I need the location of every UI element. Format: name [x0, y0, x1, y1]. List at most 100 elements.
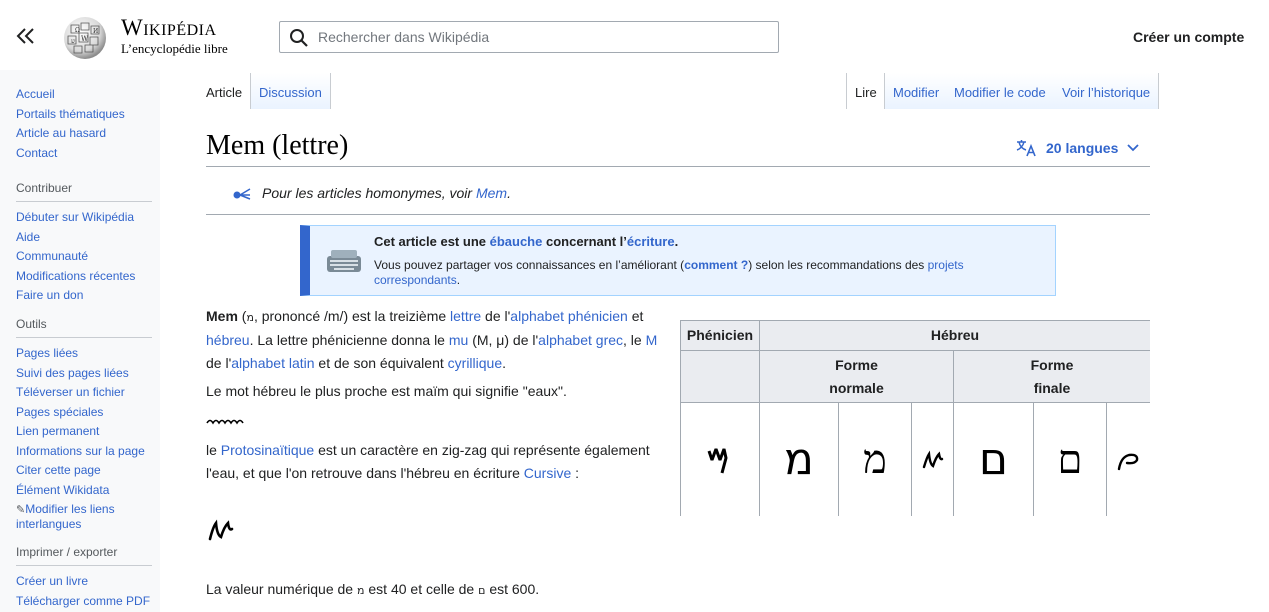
header-phenicien-empty [681, 351, 760, 403]
svg-text:W: W [81, 35, 89, 43]
p3-text-3: : [571, 465, 580, 481]
stub-ecriture-link[interactable]: écriture [627, 234, 675, 249]
header-forme-normale: Forme normale [760, 351, 954, 403]
sidebar: Accueil Portails thématiques Article au … [0, 70, 160, 612]
search-input[interactable] [316, 22, 766, 52]
link-m[interactable]: M [646, 332, 658, 348]
header-phenicien: Phénicien [681, 321, 760, 351]
search-box[interactable] [279, 21, 779, 53]
intro-paragraph: Mem (מ, prononcé /m/) est la treizième l… [206, 305, 666, 375]
tab-modifier-code[interactable]: Modifier le code [946, 73, 1055, 109]
sidebar-item-modifications-recentes[interactable]: Modifications récentes [16, 267, 152, 287]
p1-text-3: de l' [481, 308, 511, 324]
glyph-normal-block: מ [760, 403, 839, 516]
stub-comment-link[interactable]: comment ? [684, 258, 748, 272]
link-alphabet-latin[interactable]: alphabet latin [231, 355, 314, 371]
link-alphabet-phenicien[interactable]: alphabet phénicien [510, 308, 628, 324]
p1-text-4: et [627, 308, 644, 324]
sidebar-item-pages-speciales[interactable]: Pages spéciales [16, 403, 152, 423]
sidebar-item-citer[interactable]: Citer cette page [16, 461, 152, 481]
sidebar-item-suivi[interactable]: Suivi des pages liées [16, 364, 152, 384]
link-protosinaitique[interactable]: Protosinaïtique [221, 442, 314, 458]
sidebar-item-creer-livre[interactable]: Créer un livre [16, 572, 152, 592]
glyph-final-block: ם [954, 403, 1034, 516]
chevron-down-icon [1127, 144, 1140, 152]
p3-text-1: le [206, 442, 221, 458]
collapse-sidebar-button[interactable] [14, 24, 38, 48]
tab-lire[interactable]: Lire [846, 73, 885, 109]
search-icon [290, 29, 308, 47]
stub-body-prefix: Vous pouvez partager vos connaissances e… [374, 258, 685, 272]
sidebar-item-pages-liees[interactable]: Pages liées [16, 344, 152, 364]
create-account-link[interactable]: Créer un compte [1133, 29, 1244, 45]
p4-text-2: est 40 et celle de [364, 581, 479, 597]
sidebar-item-wikidata[interactable]: Élément Wikidata [16, 481, 152, 501]
sidebar-print-section: Imprimer / exporter Créer un livre Téléc… [16, 544, 152, 611]
hatnote-prefix: Pour les articles homonymes, voir [262, 185, 476, 201]
sidebar-main-section: Accueil Portails thématiques Article au … [16, 85, 152, 163]
stub-title-middle: concernant l’ [542, 234, 627, 249]
tab-historique[interactable]: Voir l’historique [1054, 73, 1160, 109]
sidebar-item-don[interactable]: Faire un don [16, 286, 152, 306]
disambiguation-icon [233, 188, 251, 200]
sidebar-heading-contribuer: Contribuer [16, 180, 152, 202]
wikipedia-wordmark[interactable]: Wikipédia L’encyclopédie libre [121, 16, 228, 57]
stub-ebauche-link[interactable]: ébauche [490, 234, 543, 249]
title-divider [206, 166, 1150, 167]
sidebar-item-portails[interactable]: Portails thématiques [16, 105, 152, 125]
wikipedia-globe-logo[interactable]: Ω И W ש [59, 13, 111, 61]
sidebar-tools-section: Outils Pages liées Suivi des pages liées… [16, 316, 152, 533]
stub-title-suffix: . [674, 234, 679, 249]
sidebar-item-modifier-liens-label: Modifier les liens interlangues [16, 502, 115, 531]
sidebar-item-hasard[interactable]: Article au hasard [16, 124, 152, 144]
link-lettre[interactable]: lettre [450, 308, 481, 324]
sidebar-item-debuter[interactable]: Débuter sur Wikipédia [16, 208, 152, 228]
sidebar-item-pdf[interactable]: Télécharger comme PDF [16, 592, 152, 612]
pencil-icon: ✎ [16, 504, 26, 516]
p1-text-10: . [502, 355, 507, 371]
hatnote-text: Pour les articles homonymes, voir Mem. [262, 185, 511, 201]
maim-paragraph: Le mot hébreu le plus proche est maïm qu… [206, 383, 567, 399]
languages-label: 20 langues [1046, 140, 1119, 156]
link-alphabet-grec[interactable]: alphabet grec [538, 332, 623, 348]
link-cursive[interactable]: Cursive [524, 465, 571, 481]
protosinaitique-paragraph: le Protosinaïtique est un caractère en z… [206, 439, 666, 485]
sidebar-item-contact[interactable]: Contact [16, 144, 152, 164]
link-mu[interactable]: mu [449, 332, 468, 348]
p1-text-5: . La lettre phénicienne donna le [249, 332, 449, 348]
disambiguation-hatnote: Pour les articles homonymes, voir Mem. [232, 185, 511, 201]
hatnote-suffix: . [507, 185, 511, 201]
cursive-mem-small-glyph [922, 450, 943, 468]
sidebar-heading-imprimer: Imprimer / exporter [16, 544, 152, 566]
sidebar-item-modifier-liens[interactable]: ✎Modifier les liens interlangues [16, 500, 152, 533]
glyph-normal-serif: מ [839, 403, 912, 516]
sidebar-item-accueil[interactable]: Accueil [16, 85, 152, 105]
sidebar-item-aide[interactable]: Aide [16, 228, 152, 248]
tab-modifier[interactable]: Modifier [884, 73, 949, 109]
tab-article[interactable]: Article [198, 73, 251, 109]
stub-title-prefix: Cet article est une [374, 234, 490, 249]
wordmark-tagline: L’encyclopédie libre [121, 41, 228, 56]
numeric-value-paragraph: La valeur numérique de מ est 40 et celle… [206, 578, 666, 602]
sidebar-item-informations[interactable]: Informations sur la page [16, 442, 152, 462]
tab-discussion[interactable]: Discussion [250, 73, 331, 109]
translate-icon [1016, 140, 1036, 157]
languages-button[interactable]: 20 langues [1016, 137, 1140, 159]
link-hebreu[interactable]: hébreu [206, 332, 250, 348]
link-cyrillique[interactable]: cyrillique [448, 355, 502, 371]
sidebar-item-communaute[interactable]: Communauté [16, 247, 152, 267]
sidebar-contribute-section: Contribuer Débuter sur Wikipédia Aide Co… [16, 180, 152, 306]
svg-text:Ω: Ω [75, 27, 80, 34]
wordmark-title: Wikipédia [121, 15, 217, 40]
sidebar-heading-outils: Outils [16, 316, 152, 338]
glyph-phoenician [681, 403, 760, 516]
double-chevron-left-icon [16, 28, 34, 44]
stub-body: Vous pouvez partager vos connaissances e… [374, 258, 1034, 288]
hatnote-mem-link[interactable]: Mem [476, 185, 507, 201]
stub-notice: Cet article est une ébauche concernant l… [300, 225, 1056, 296]
stub-body-middle: ) selon les recommandations des [748, 258, 928, 272]
sidebar-item-lien-permanent[interactable]: Lien permanent [16, 422, 152, 442]
sidebar-item-televerser[interactable]: Téléverser un fichier [16, 383, 152, 403]
p4-text-1: La valeur numérique de [206, 581, 357, 597]
stub-body-suffix: . [456, 273, 461, 287]
